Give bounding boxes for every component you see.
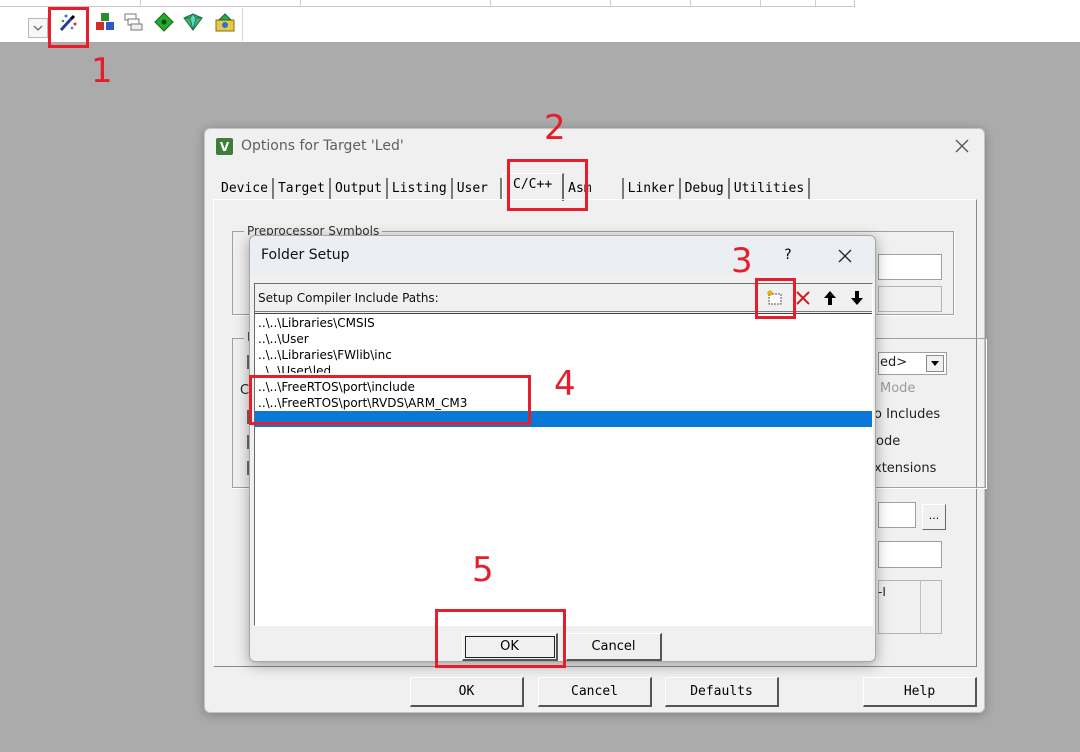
misc-controls-field[interactable] (878, 541, 942, 568)
chevron-down-icon[interactable] (926, 355, 944, 372)
green-diamond-icon[interactable] (153, 11, 175, 33)
tab-debug[interactable]: Debug (681, 178, 730, 200)
list-item[interactable]: ..\..\User (258, 331, 309, 347)
keil-app-icon: V (216, 138, 233, 155)
options-dialog-close-icon[interactable] (952, 136, 972, 156)
step-4-highlight (249, 375, 531, 425)
compiler-control-text: -I (878, 585, 886, 599)
folder-setup-cancel-button[interactable]: Cancel (566, 633, 662, 661)
options-dialog-title: Options for Target 'Led' (241, 138, 404, 154)
folder-setup-titlebar: Folder Setup ? (250, 236, 875, 275)
compiler-control-scroll[interactable] (920, 580, 942, 634)
step-5-number: 5 (472, 550, 494, 590)
include-paths-browse-button[interactable]: ... (922, 504, 946, 530)
include-paths-field[interactable] (878, 502, 916, 528)
include-paths-list[interactable]: ..\..\Libraries\CMSIS ..\..\User ..\..\L… (255, 313, 872, 625)
step-4-number: 4 (554, 364, 576, 404)
main-toolbar (0, 0, 1080, 42)
help-button[interactable]: ? (777, 244, 799, 266)
tab-device[interactable]: Device (217, 178, 274, 200)
include-paths-header-label: Setup Compiler Include Paths: (258, 291, 439, 305)
list-item[interactable]: ..\..\User\led (258, 363, 331, 373)
folder-setup-close-icon[interactable] (834, 245, 856, 267)
partial-label-c: C (240, 383, 250, 398)
includes-text: o Includes (874, 407, 941, 422)
extensions-text: xtensions (874, 461, 937, 476)
step-5-highlight (435, 609, 566, 668)
code-text: ode (876, 434, 901, 449)
options-cancel-button[interactable]: Cancel (538, 677, 652, 707)
step-3-highlight (755, 278, 796, 319)
step-1-highlight (48, 7, 89, 48)
options-ok-button[interactable]: OK (410, 677, 524, 707)
manage-stack-icon[interactable] (122, 11, 144, 33)
tab-user[interactable]: User (453, 178, 503, 200)
move-down-arrow-icon[interactable] (845, 287, 869, 309)
define-field[interactable] (878, 254, 942, 280)
options-defaults-button[interactable]: Defaults (665, 677, 779, 707)
list-item[interactable]: ..\..\Libraries\CMSIS (258, 315, 375, 331)
toolbar-upper-edge (0, 0, 855, 7)
move-up-arrow-icon[interactable] (818, 287, 842, 309)
step-1-number: 1 (91, 51, 113, 91)
tab-target[interactable]: Target (274, 178, 331, 200)
undefine-field[interactable] (878, 286, 942, 312)
tab-utilities[interactable]: Utilities (730, 178, 811, 200)
tab-output[interactable]: Output (331, 178, 388, 200)
step-2-highlight (507, 159, 588, 211)
tab-linker[interactable]: Linker (624, 178, 681, 200)
list-item[interactable]: ..\..\Libraries\FWlib\inc (258, 347, 392, 363)
include-paths-listview: Setup Compiler Include Paths: ..\..\Libr… (254, 283, 873, 626)
folder-setup-title: Folder Setup (261, 247, 350, 263)
step-2-number: 2 (544, 108, 566, 148)
components-icon[interactable] (94, 11, 116, 33)
pack-installer-icon[interactable] (182, 11, 204, 33)
tab-listing[interactable]: Listing (388, 178, 453, 200)
warnings-combo[interactable]: ed> (878, 352, 947, 375)
warnings-combo-value: ed> (880, 355, 908, 370)
step-3-number: 3 (731, 241, 753, 281)
pack-manager-icon[interactable] (214, 11, 236, 33)
options-help-button[interactable]: Help (863, 677, 977, 707)
options-dialog-titlebar: V Options for Target 'Led' (205, 129, 984, 165)
mode-text: Mode (880, 381, 916, 396)
